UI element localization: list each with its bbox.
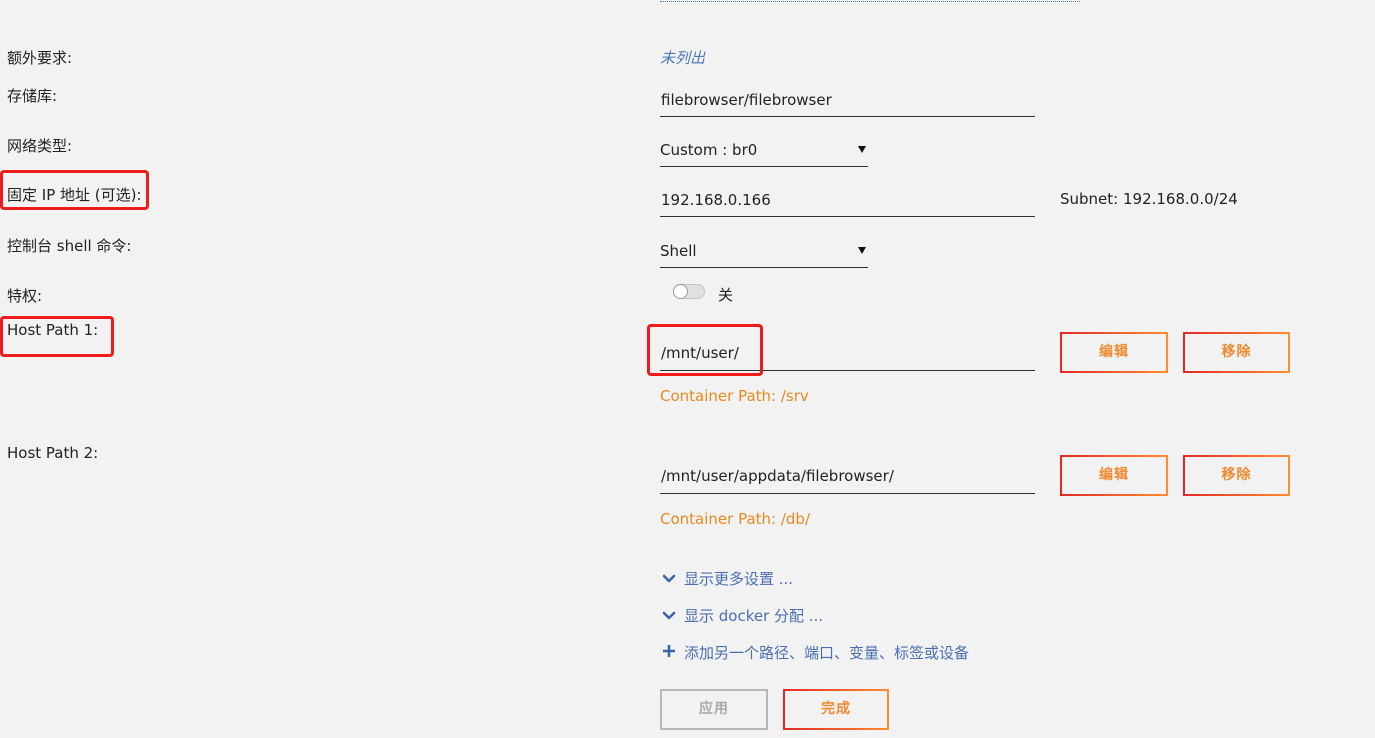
network-type-value: Custom : br0 [660, 141, 758, 159]
network-type-select[interactable]: Custom : br0 [660, 137, 868, 167]
apply-button[interactable]: 应用 [660, 689, 768, 730]
highlight-host-path-1-label [0, 316, 114, 357]
highlight-fixed-ip-label [0, 170, 149, 210]
done-button[interactable]: 完成 [783, 689, 889, 730]
add-another-label: 添加另一个路径、端口、变量、标签或设备 [684, 644, 970, 662]
label-network-type: 网络类型: [7, 137, 73, 155]
caret-down-icon [858, 146, 866, 153]
show-more-settings-label: 显示更多设置 ... [684, 570, 794, 588]
label-privileged: 特权: [7, 287, 43, 305]
subnet-text: Subnet: 192.168.0.0/24 [1060, 190, 1238, 208]
chevron-down-icon [662, 570, 676, 588]
show-docker-allocation-link[interactable]: 显示 docker 分配 ... [662, 605, 823, 626]
chevron-down-icon [662, 607, 676, 625]
add-another-link[interactable]: 添加另一个路径、端口、变量、标签或设备 [662, 642, 969, 663]
label-extra-requirements: 额外要求: [7, 49, 73, 67]
extra-requirements-value: 未列出 [660, 49, 706, 67]
privileged-state-label: 关 [718, 286, 734, 304]
docker-container-settings-form: 额外要求: 存储库: 网络类型: 固定 IP 地址 (可选): 控制台 shel… [0, 0, 1375, 738]
privileged-toggle[interactable] [673, 284, 705, 299]
repository-input[interactable]: filebrowser/filebrowser [660, 87, 1035, 117]
show-docker-allocation-label: 显示 docker 分配 ... [684, 607, 824, 625]
host-path-2-remove-button[interactable]: 移除 [1183, 455, 1290, 496]
host-path-1-edit-button[interactable]: 编辑 [1060, 332, 1168, 373]
caret-down-icon [858, 247, 866, 254]
host-path-2-input[interactable]: /mnt/user/appdata/filebrowser/ [660, 462, 1035, 494]
highlight-host-path-1-value [647, 324, 763, 376]
label-host-path-2: Host Path 2: [7, 444, 99, 462]
label-console-shell: 控制台 shell 命令: [7, 237, 132, 255]
container-path-2: Container Path: /db/ [660, 510, 810, 528]
toggle-knob [674, 285, 687, 298]
show-more-settings-link[interactable]: 显示更多设置 ... [662, 568, 793, 589]
host-path-1-remove-button[interactable]: 移除 [1183, 332, 1290, 373]
host-path-2-edit-button[interactable]: 编辑 [1060, 455, 1168, 496]
plus-icon [662, 644, 676, 662]
label-repository: 存储库: [7, 87, 58, 105]
container-path-1: Container Path: /srv [660, 387, 809, 405]
fixed-ip-input[interactable]: 192.168.0.166 [660, 187, 1035, 217]
console-shell-select[interactable]: Shell [660, 238, 868, 268]
cutoff-top-text [660, 0, 1080, 4]
console-shell-value: Shell [660, 242, 697, 260]
